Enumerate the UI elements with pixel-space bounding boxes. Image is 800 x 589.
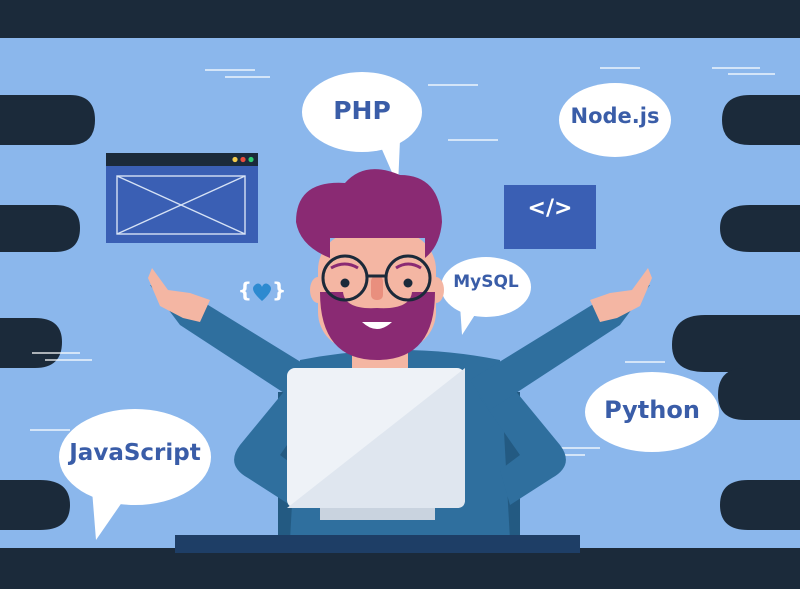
developer-illustration: [0, 0, 800, 589]
heart-code-open-brace: {: [237, 278, 252, 302]
javascript-label: JavaScript: [69, 440, 201, 466]
python-label: Python: [604, 396, 700, 424]
heart-code-close-brace: }: [272, 278, 287, 302]
desk: [175, 535, 580, 553]
code-tag-label: </>: [527, 196, 573, 221]
mysql-label: MySQL: [453, 272, 519, 292]
php-label: PHP: [333, 96, 391, 125]
laptop-icon: [287, 368, 465, 520]
illustration-stage: PHP Node.js MySQL Python JavaScript </> …: [0, 0, 800, 589]
nodejs-label: Node.js: [570, 104, 660, 128]
window-icon: [106, 153, 258, 243]
heart-code-label: {}: [234, 278, 290, 302]
